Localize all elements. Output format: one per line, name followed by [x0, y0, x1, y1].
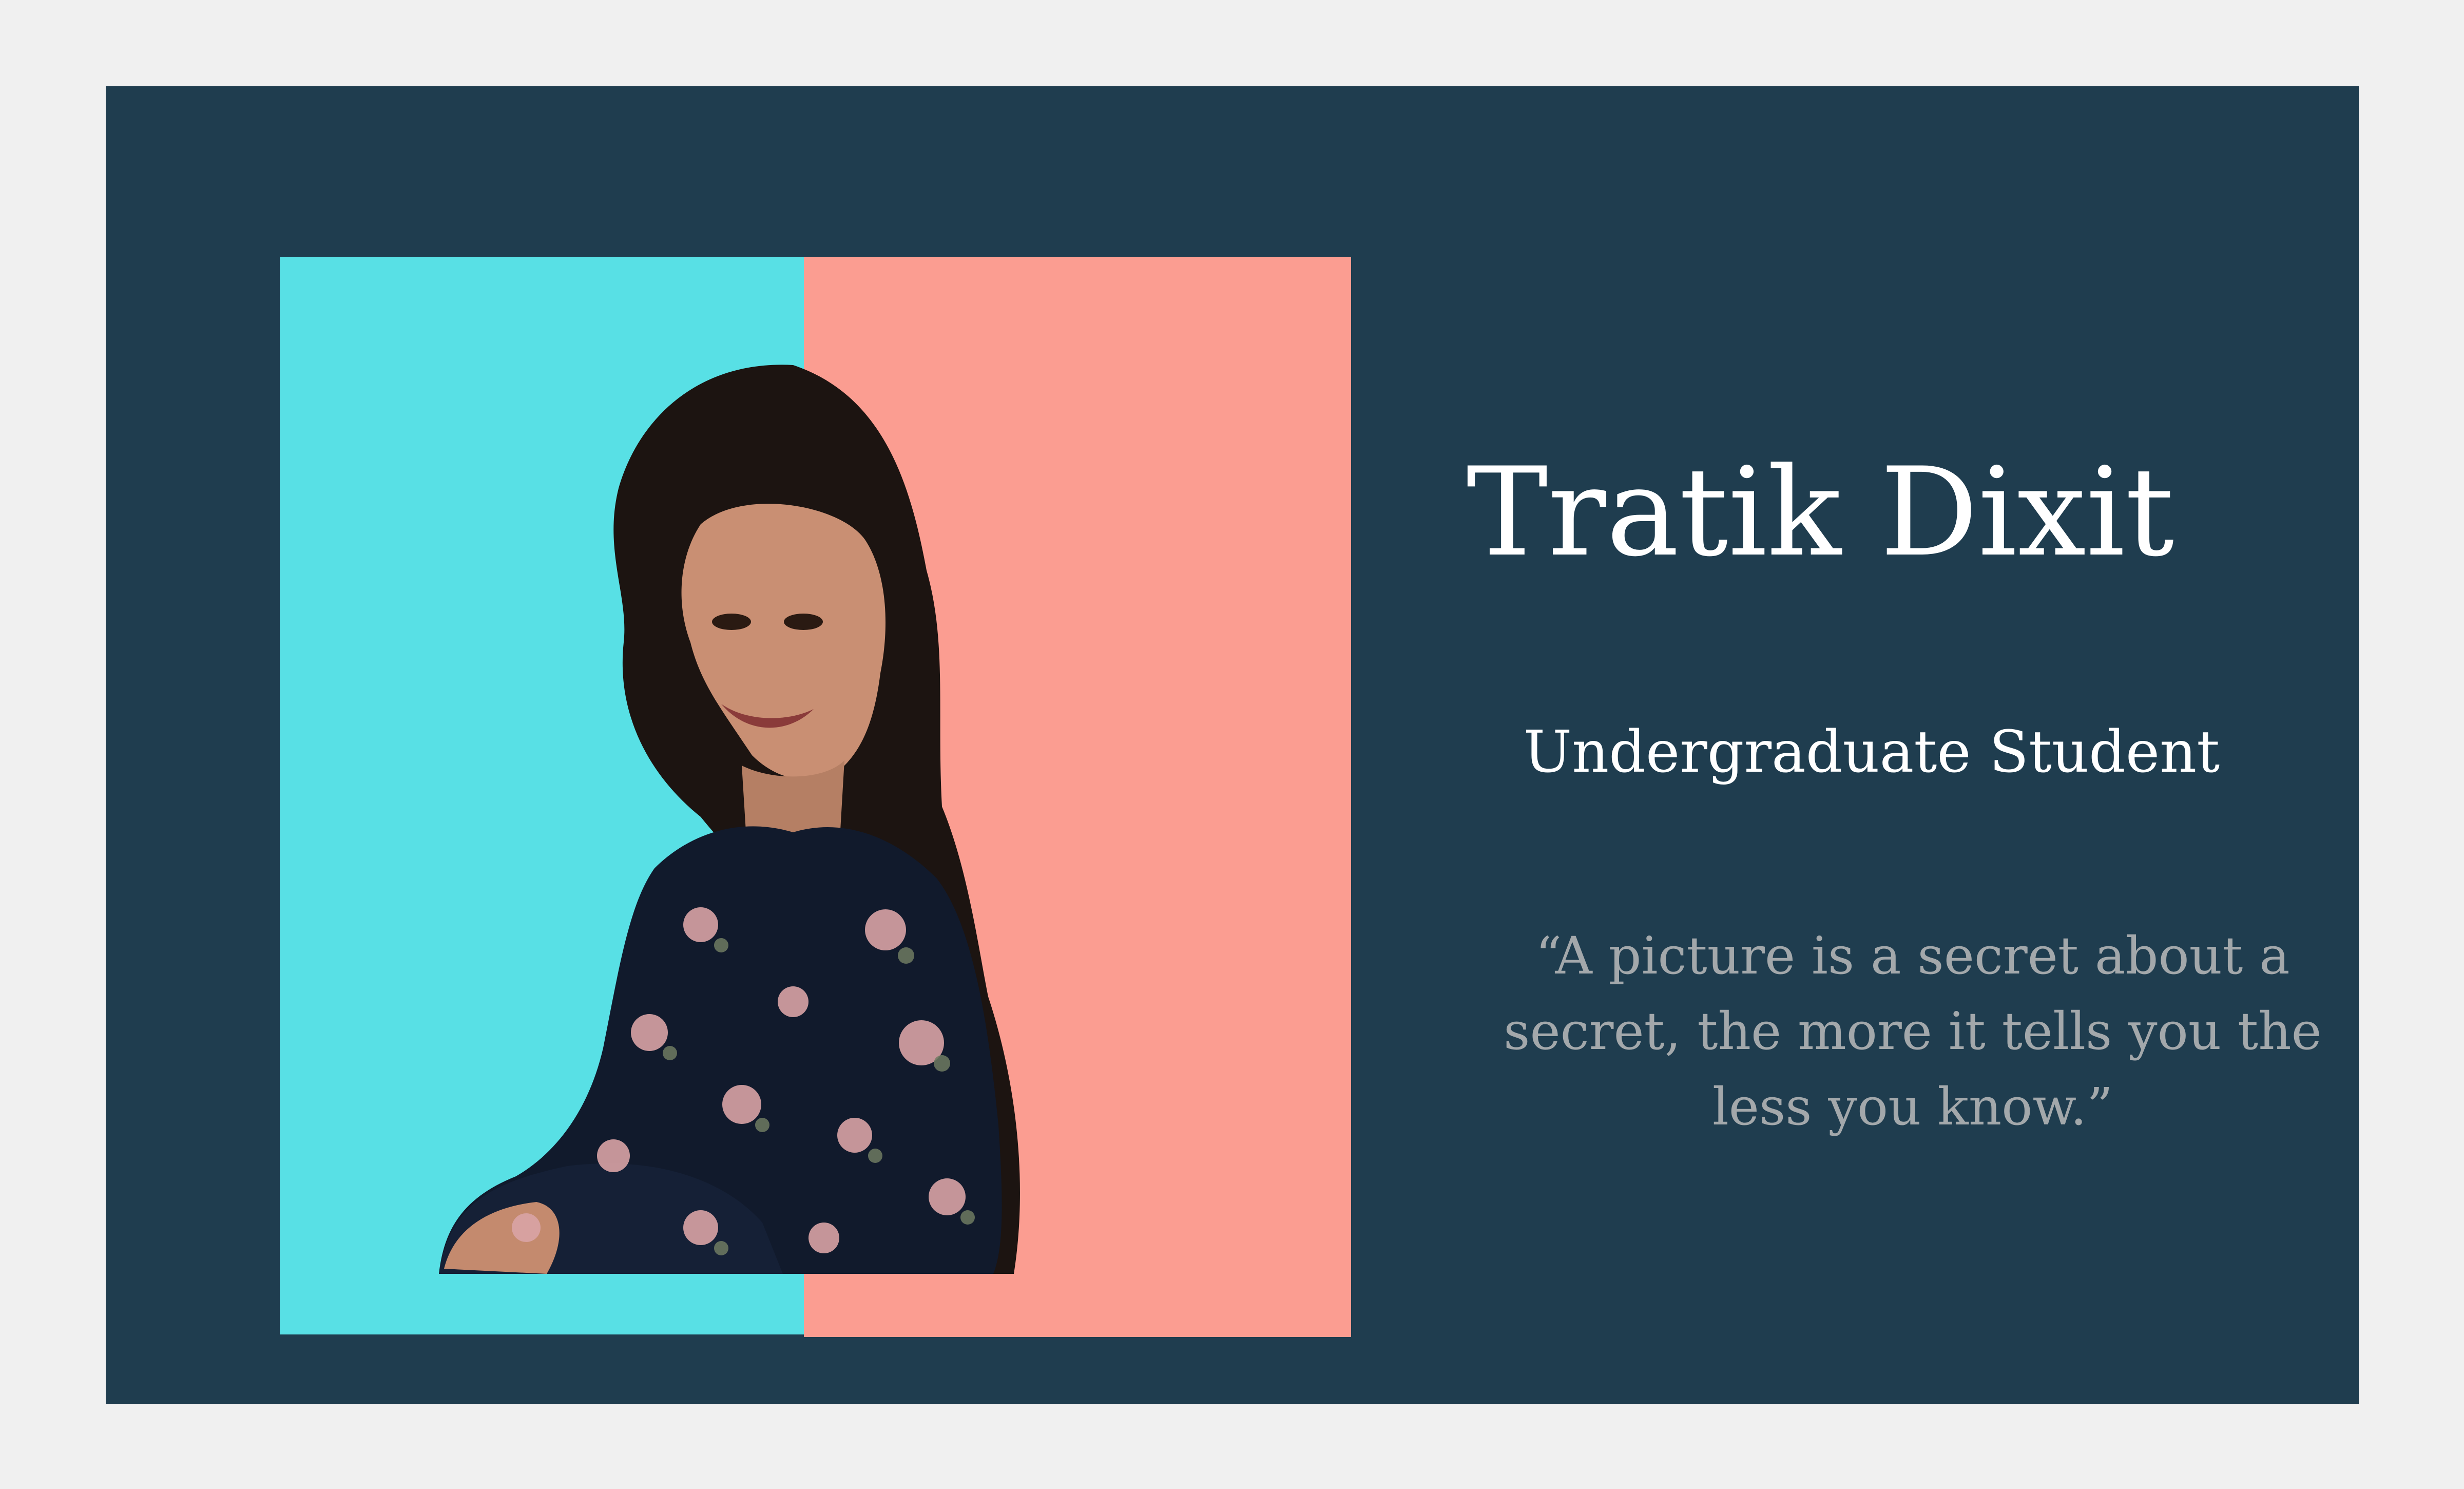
portrait-eye-right — [784, 614, 823, 630]
profile-card: Tratik Dixit Undergraduate Student “A pi… — [106, 86, 2359, 1404]
profile-role: Undergraduate Student — [1523, 719, 2220, 786]
profile-name: Tratik Dixit — [1466, 442, 2174, 584]
profile-quote: “A picture is a secret about a secret, t… — [1504, 926, 2322, 1137]
portrait-hand — [444, 1202, 560, 1274]
portrait-photo — [439, 365, 1020, 1274]
photo-frame — [280, 257, 1351, 1337]
portrait-eye-left — [712, 614, 751, 630]
